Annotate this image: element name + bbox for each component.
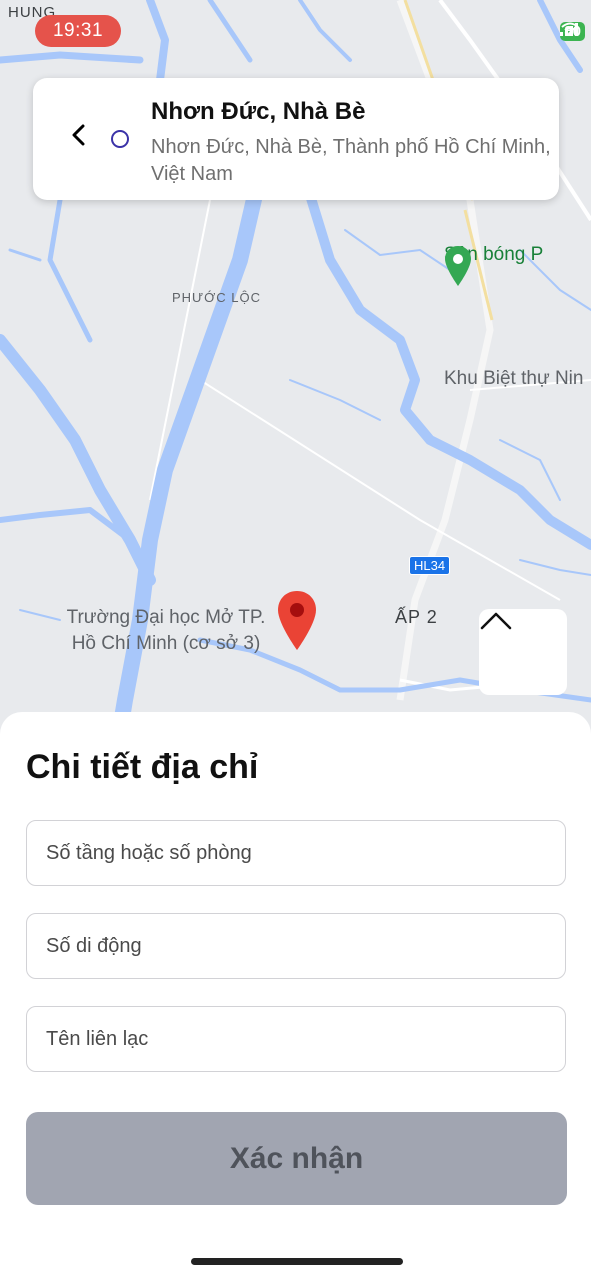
map-view[interactable]: PHƯỚC LỘC PHƯỚC KIỂN Sân bóng P Khu Biệt… [0, 0, 591, 760]
floor-room-field[interactable] [26, 820, 566, 886]
school-label-line2: Hồ Chí Minh (cơ sở 3) [71, 633, 261, 654]
wifi-icon [561, 22, 579, 36]
contact-name-field[interactable] [26, 1006, 566, 1072]
back-button[interactable] [71, 124, 99, 152]
phone-input[interactable] [27, 914, 565, 978]
home-indicator[interactable] [191, 1258, 403, 1265]
school-label-line1: Trường Đại học Mở TP. [66, 607, 266, 628]
map-label-khu-biet-thu: Khu Biệt thự Nin [444, 368, 584, 389]
location-circle-icon [111, 130, 129, 148]
map-label-phuoc-loc: PHƯỚC LỘC [172, 290, 262, 305]
poi-school-label: Trường Đại học Mở TP. Hồ Chí Minh (cơ sở… [56, 605, 276, 657]
address-detail-sheet: Chi tiết địa chỉ Xác nhận [0, 712, 591, 1280]
address-subtitle: Nhơn Đức, Nhà Bè, Thành phố Hồ Chí Minh,… [151, 136, 551, 185]
sheet-title: Chi tiết địa chỉ [26, 748, 259, 786]
expand-button[interactable] [479, 609, 567, 695]
address-card[interactable]: Nhơn Đức, Nhà Bè Nhơn Đức, Nhà Bè, Thành… [33, 78, 559, 200]
road-badge-hl34: HL34 [409, 556, 451, 575]
status-icons: 80 [560, 22, 585, 41]
status-time: 19:31 [35, 15, 121, 47]
address-title: Nhơn Đức, Nhà Bè [151, 98, 366, 125]
poi-san-bong[interactable]: Sân bóng P [444, 244, 543, 286]
location-pin-icon[interactable] [276, 590, 318, 652]
chevron-up-icon [480, 612, 512, 630]
floor-room-input[interactable] [27, 821, 565, 885]
chevron-left-icon [72, 124, 85, 146]
contact-name-input[interactable] [27, 1007, 565, 1071]
phone-field[interactable] [26, 913, 566, 979]
map-label-ap2: ẤP 2 [395, 607, 438, 627]
confirm-button[interactable]: Xác nhận [26, 1112, 567, 1205]
map-pin-green-icon [445, 246, 471, 286]
